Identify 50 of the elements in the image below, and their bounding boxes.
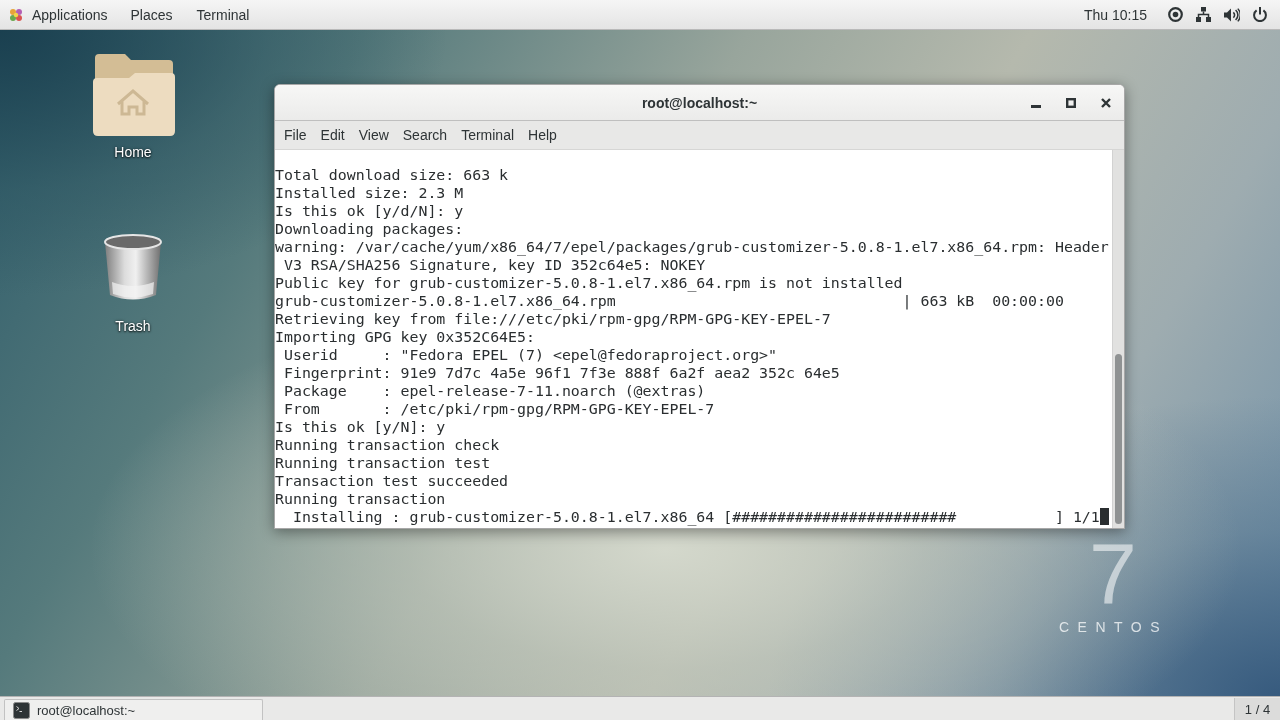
terminal-line: From : /etc/pki/rpm-gpg/RPM-GPG-KEY-EPEL-7 [282,400,715,418]
terminal-line: V3 RSA/SHA256 Signature, key ID 352c64e5: NOKEY [282,256,706,274]
home-folder-icon[interactable] [91,52,175,136]
terminal-line: Installed size: 2.3 M [275,184,464,202]
terminal-line: Fingerprint: 91e9 7d7c 4a5e 96f1 7f3e 888f 6a2f aea2 352c 64e5 [282,364,840,382]
wallpaper-logo-number: 7 [1089,528,1137,618]
volume-icon[interactable] [1224,7,1240,22]
terminal-line: Running transaction [275,490,446,508]
scrollbar-track[interactable] [1112,150,1124,528]
top-menu-item[interactable]: Terminal [184,0,262,29]
trash-can-icon[interactable] [102,234,164,302]
taskbar-window-button[interactable]: root@localhost:~ [4,699,263,720]
desktop-icon-label: Trash [115,318,151,334]
terminal-line: Running transaction test [275,454,491,472]
terminal-line: warning: /var/cache/yum/x86_64/7/epel/packages/grub-customizer-5.0.8-1.el7.x86_64.rpm: Header [275,238,1109,256]
menu-item[interactable]: Edit [313,121,352,149]
terminal-icon [13,701,30,719]
top-menu-item[interactable]: Places [118,0,185,29]
target-icon[interactable] [1168,7,1183,22]
menu-item[interactable]: Terminal [454,121,522,149]
workspace-switcher[interactable]: 1 / 4 [1234,698,1280,720]
menu-item[interactable]: File [277,121,314,149]
wallpaper-logo-text: CENTOS [1059,619,1169,635]
terminal-line: Public key for grub-customizer-5.0.8-1.el7.x86_64.rpm is not installed [275,274,903,292]
close-icon [1101,97,1111,108]
terminal-line: Package : epel-release-7-11.noarch (@extras) [282,382,706,400]
terminal-line: Userid : "Fedora EPEL (7) <epel@fedoraproject.org>" [282,346,778,364]
scrollbar-thumb[interactable] [1115,354,1122,524]
menu-item[interactable]: Help [521,121,564,149]
maximize-icon [1066,97,1076,108]
terminal-line: grub-customizer-5.0.8-1.el7.x86_64.rpm | 663 kB 00:00:00 [275,292,1064,310]
window-title: root@localhost:~ [641,94,758,111]
terminal-line: Transaction test succeeded [275,472,509,490]
menu-item[interactable]: View [351,121,396,149]
terminal-line: Total download size: 663 k [275,166,509,184]
terminal-line: Running transaction check [275,436,500,454]
terminal-line: Downloading packages: [275,220,464,238]
desktop-icon-label: Home [114,144,152,160]
colorful-logo-icon [9,7,23,22]
minimize-icon [1031,104,1041,108]
terminal-line: Retrieving key from file:///etc/pki/rpm-gpg/RPM-GPG-KEY-EPEL-7 [275,310,831,328]
terminal-line: Is this ok [y/d/N]: y [275,202,464,220]
top-menu-item[interactable]: Applications [4,0,119,29]
network-icon[interactable] [1196,7,1211,22]
menu-item[interactable]: Search [395,121,455,149]
power-icon[interactable] [1253,7,1267,22]
terminal-line: Importing GPG key 0x352C64E5: [275,328,535,346]
clock[interactable]: Thu 10:15 [1083,6,1147,23]
terminal-line: Installing : grub-customizer-5.0.8-1.el7.x86_64 [######################### ] 1/1 [291,508,1100,526]
terminal-line: Is this ok [y/N]: y [275,418,446,436]
